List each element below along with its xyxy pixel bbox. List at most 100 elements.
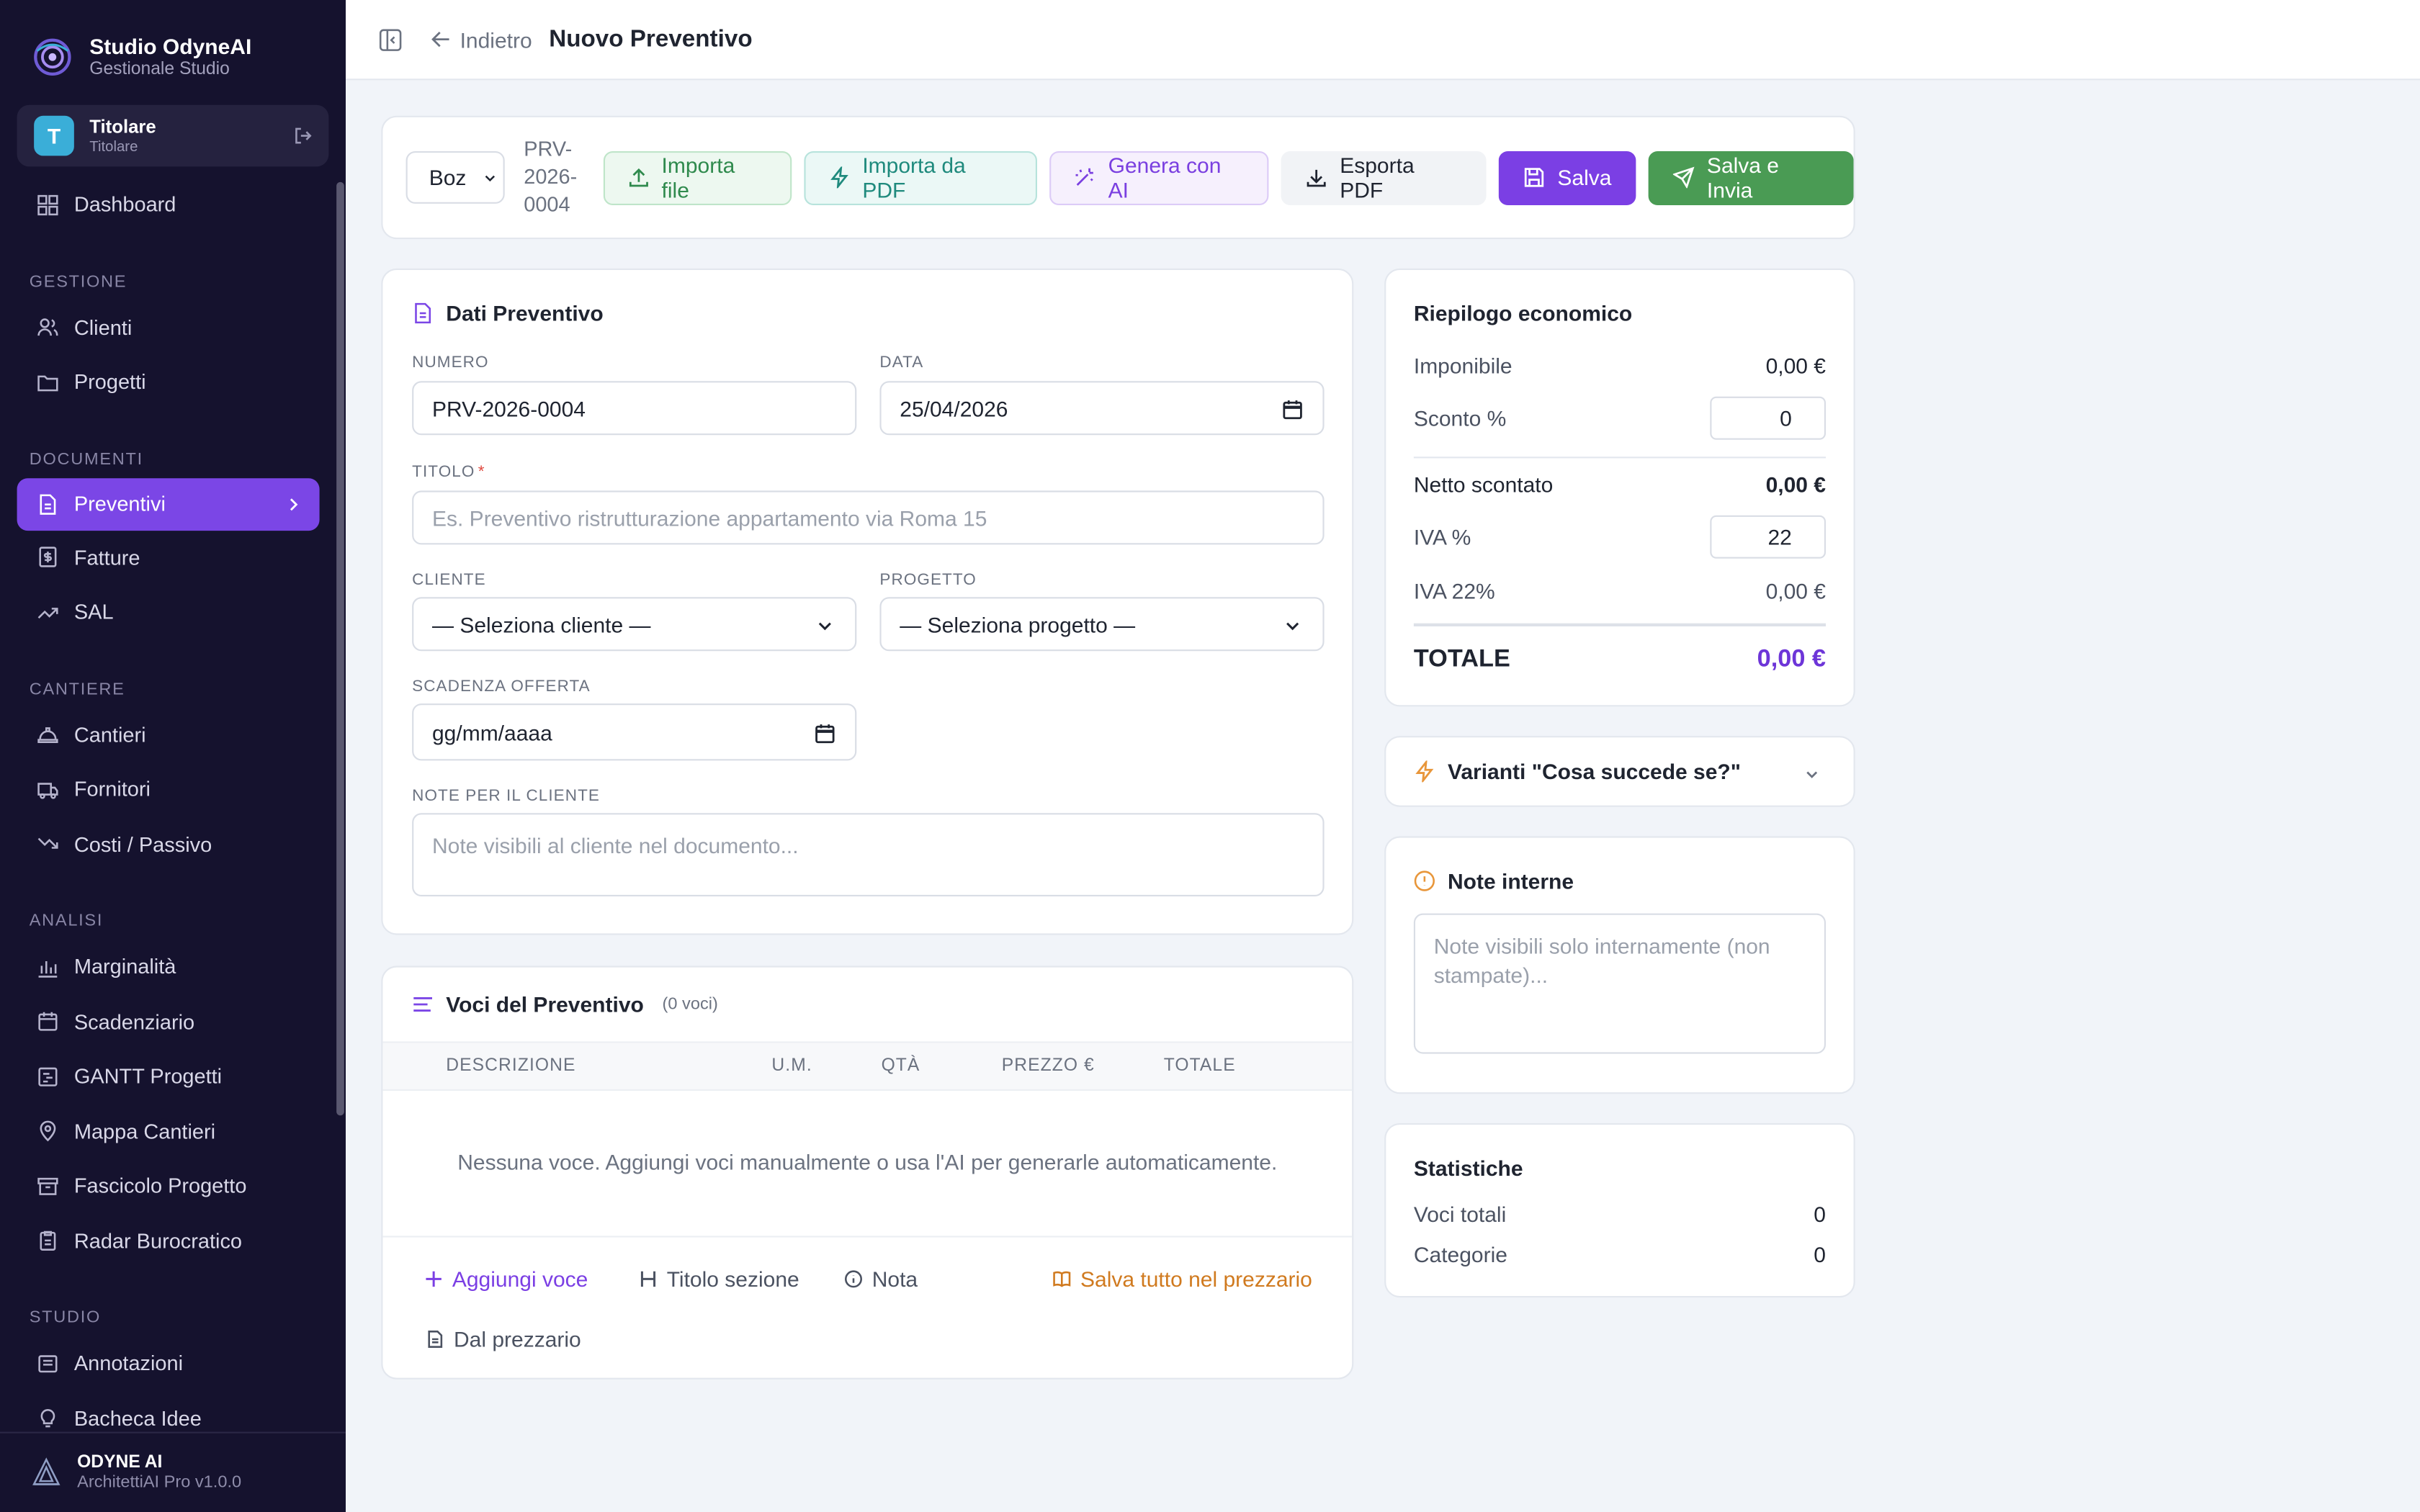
sidebar-item-marginalita[interactable]: Marginalità	[0, 940, 328, 994]
sidebar-item-label: Annotazioni	[73, 1351, 184, 1375]
sidebar-item-annotazioni[interactable]: Annotazioni	[0, 1336, 328, 1391]
riepilogo-title: Riepilogo economico	[1413, 300, 1633, 326]
col-qta: QTÀ	[881, 1056, 920, 1076]
sidebar-item-label: Fatture	[73, 546, 140, 570]
sidebar-item-cantieri[interactable]: Cantieri	[0, 707, 328, 762]
sidebar-toggle-icon[interactable]	[378, 27, 403, 52]
save-button[interactable]: Salva	[1498, 150, 1636, 204]
calendar-icon	[38, 1012, 58, 1032]
export-pdf-button[interactable]: Esporta PDF	[1281, 150, 1487, 204]
import-pdf-button[interactable]: Importa da PDF	[804, 150, 1038, 204]
statistiche-title: Statistiche	[1413, 1156, 1523, 1181]
sidebar-item-progetti[interactable]: Progetti	[0, 355, 328, 410]
logout-icon[interactable]	[293, 127, 312, 145]
iva-value: 22	[1767, 524, 1792, 549]
bar-chart-icon	[38, 960, 58, 978]
doc-number-part: 0004	[524, 192, 570, 216]
dati-preventivo-card: Dati Preventivo NUMERO PRV-2026-0004 DAT…	[381, 268, 1354, 935]
sidebar: Studio OdyneAI Gestionale Studio T Titol…	[0, 0, 346, 1512]
progetto-label: PROGETTO	[879, 570, 977, 590]
calendar-icon[interactable]	[815, 724, 835, 744]
sidebar-scrollbar[interactable]	[336, 181, 344, 1116]
back-button[interactable]: Indietro	[431, 27, 532, 52]
page-title: Nuovo Preventivo	[549, 25, 753, 52]
generate-ai-button[interactable]: Genera con AI	[1049, 150, 1270, 204]
brand-subtitle: Gestionale Studio	[89, 60, 230, 79]
lightning-icon	[830, 166, 848, 189]
import-file-button[interactable]: Importa file	[603, 150, 792, 204]
import-file-label: Importa file	[661, 153, 735, 202]
user-name: Titolare	[89, 115, 156, 138]
imponibile-value: 0,00 €	[1765, 353, 1826, 378]
brand-name: Studio OdyneAI	[89, 34, 252, 59]
note-button[interactable]: Nota	[844, 1266, 918, 1292]
netto-value: 0,00 €	[1765, 472, 1826, 497]
sidebar-item-radar[interactable]: Radar Burocratico	[0, 1213, 328, 1268]
note-interne-card: Note interne Note visibili solo internam…	[1384, 836, 1855, 1094]
sidebar-item-dashboard[interactable]: Dashboard	[0, 177, 328, 232]
status-select[interactable]: Boz	[405, 151, 506, 204]
dati-title: Dati Preventivo	[412, 301, 604, 325]
sconto-input[interactable]: 0	[1710, 396, 1826, 440]
status-value: Boz	[429, 165, 467, 190]
imponibile-row: Imponibile 0,00 €	[1414, 352, 1826, 380]
sidebar-item-gantt[interactable]: GANTT Progetti	[0, 1049, 328, 1104]
sidebar-item-label: SAL	[73, 600, 114, 624]
save-price-list-label: Salva tutto nel prezzario	[1080, 1266, 1312, 1292]
numero-label: NUMERO	[412, 353, 489, 372]
scadenza-input[interactable]: gg/mm/aaaa	[412, 703, 857, 761]
col-totale: TOTALE	[1163, 1056, 1236, 1076]
statistiche-card: Statistiche Voci totali 0 Categorie 0	[1384, 1123, 1855, 1298]
sidebar-item-clienti[interactable]: Clienti	[0, 300, 328, 355]
sidebar-item-label: Dashboard	[73, 193, 176, 217]
calendar-icon[interactable]	[1283, 400, 1303, 420]
sidebar-item-label: Scadenziario	[73, 1010, 195, 1034]
save-price-list-button[interactable]: Salva tutto nel prezzario	[1052, 1266, 1312, 1292]
folder-icon	[37, 375, 58, 391]
varianti-accordion[interactable]: Varianti "Cosa succede se?"	[1384, 736, 1855, 807]
sidebar-item-fatture[interactable]: Fatture	[0, 530, 328, 585]
sidebar-item-preventivi[interactable]: Preventivi	[17, 477, 320, 531]
sidebar-item-fascicolo[interactable]: Fascicolo Progetto	[0, 1158, 328, 1213]
scadenza-value: gg/mm/aaaa	[432, 719, 552, 744]
sidebar-item-mappa[interactable]: Mappa Cantieri	[0, 1104, 328, 1158]
cliente-select[interactable]: — Seleziona cliente —	[412, 597, 857, 652]
from-price-list-button[interactable]: Dal prezzario	[426, 1327, 581, 1351]
divider	[1413, 456, 1826, 459]
document-icon	[415, 302, 431, 324]
numero-input[interactable]: PRV-2026-0004	[412, 381, 857, 436]
sidebar-item-costi[interactable]: Costi / Passivo	[0, 817, 328, 872]
titolo-input[interactable]: Es. Preventivo ristrutturazione appartam…	[412, 490, 1325, 545]
save-label: Salva	[1557, 165, 1612, 190]
note-interne-textarea[interactable]: Note visibili solo internamente (non sta…	[1413, 913, 1826, 1054]
sconto-row: Sconto % 0	[1414, 396, 1826, 440]
add-item-button[interactable]: Aggiungi voce	[424, 1266, 588, 1292]
send-icon	[1673, 166, 1695, 189]
truck-icon	[37, 782, 58, 799]
iva-input[interactable]: 22	[1710, 515, 1826, 559]
voci-title: Voci del Preventivo (0 voci)	[412, 992, 718, 1017]
add-item-label: Aggiungi voce	[452, 1266, 588, 1292]
progetto-select[interactable]: — Seleziona progetto —	[879, 597, 1325, 652]
info-icon	[1414, 870, 1435, 891]
sidebar-item-label: Bacheca Idee	[73, 1406, 202, 1430]
sidebar-item-scadenziario[interactable]: Scadenziario	[0, 994, 328, 1049]
user-card[interactable]: T Titolare Titolare	[17, 104, 329, 167]
sidebar-item-fornitori[interactable]: Fornitori	[0, 762, 328, 817]
brand[interactable]: Studio OdyneAI Gestionale Studio	[31, 34, 251, 78]
data-input[interactable]: 25/04/2026	[879, 381, 1325, 436]
section-title-button[interactable]: Titolo sezione	[639, 1266, 799, 1292]
odyne-logo-icon	[32, 1457, 60, 1485]
table-header: DESCRIZIONE U.M. QTÀ PREZZO € TOTALE	[382, 1041, 1353, 1091]
note-interne-title: Note interne	[1414, 868, 1574, 894]
note-cliente-textarea[interactable]: Note visibili al cliente nel documento..…	[412, 813, 1325, 896]
categorie-label: Categorie	[1413, 1242, 1507, 1267]
sidebar-item-sal[interactable]: SAL	[0, 585, 328, 639]
voci-totali-label: Voci totali	[1413, 1202, 1507, 1227]
netto-row: Netto scontato 0,00 €	[1414, 471, 1826, 499]
dashboard-icon	[37, 194, 58, 215]
save-send-button[interactable]: Salva e Invia	[1648, 150, 1854, 204]
download-icon	[1307, 169, 1327, 187]
voci-count: (0 voci)	[662, 995, 718, 1014]
col-descrizione: DESCRIZIONE	[446, 1056, 576, 1076]
